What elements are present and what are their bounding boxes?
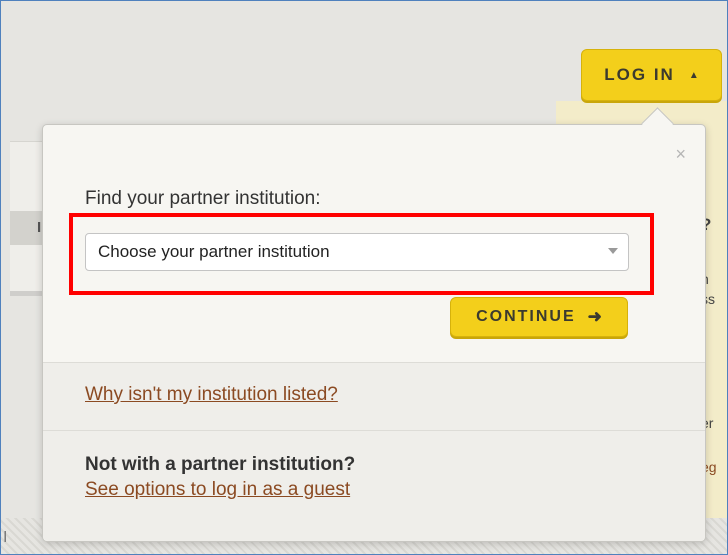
find-institution-label: Find your partner institution:: [85, 188, 321, 209]
why-not-listed-link[interactable]: Why isn't my institution listed?: [85, 384, 338, 406]
login-button[interactable]: LOG IN ▲: [581, 49, 722, 101]
login-popup: × Find your partner institution: Choose …: [42, 124, 706, 542]
continue-button-label: CONTINUE: [476, 308, 576, 325]
caret-up-icon: ▲: [688, 69, 699, 81]
login-button-label: LOG IN: [604, 65, 675, 84]
screenshot-frame: I ? n ss er eg I LOG IN ▲ × Find your pa…: [0, 0, 728, 555]
close-icon[interactable]: ×: [675, 145, 686, 163]
highlight-box: [69, 213, 654, 295]
guest-login-link[interactable]: See options to log in as a guest: [85, 479, 350, 501]
arrow-right-icon: ➜: [587, 307, 602, 326]
guest-heading: Not with a partner institution?: [85, 454, 356, 475]
background-tab-letter: I: [37, 219, 42, 236]
divider: [43, 430, 705, 431]
divider: [43, 362, 705, 363]
continue-button[interactable]: CONTINUE ➜: [450, 297, 628, 337]
background-footer-letter: I: [3, 529, 8, 546]
